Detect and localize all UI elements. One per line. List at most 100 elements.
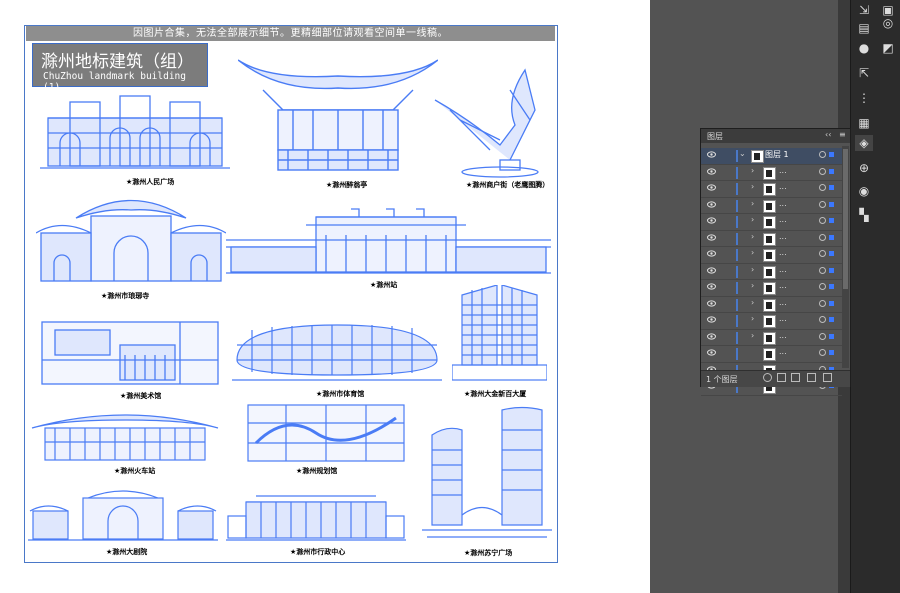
scroll-thumb[interactable]: [843, 149, 848, 289]
sublayer-row[interactable]: ›...: [701, 313, 842, 330]
sublayer-row[interactable]: ...: [701, 346, 842, 363]
transform-icon[interactable]: ⇲: [855, 2, 873, 18]
sublayer-name[interactable]: ...: [779, 331, 787, 340]
selection-square[interactable]: [829, 168, 834, 174]
target-circle-icon[interactable]: [819, 184, 826, 191]
selection-square[interactable]: [829, 251, 834, 256]
target-circle-icon[interactable]: [819, 151, 826, 158]
target-circle-icon[interactable]: [819, 316, 826, 323]
shape-icon[interactable]: ●: [855, 40, 873, 56]
sublayer-name[interactable]: ...: [779, 166, 787, 175]
sublayer-row[interactable]: ›...: [701, 247, 842, 264]
selection-square[interactable]: [829, 333, 834, 339]
selection-square[interactable]: [829, 317, 834, 322]
target-circle-icon[interactable]: [819, 266, 826, 274]
chevron-right-icon[interactable]: ›: [751, 314, 754, 323]
chevron-right-icon[interactable]: ›: [751, 265, 754, 274]
chevron-right-icon[interactable]: ›: [751, 281, 754, 290]
selection-square[interactable]: [829, 201, 834, 207]
eye-icon[interactable]: [707, 217, 716, 224]
new-layer-icon[interactable]: [807, 373, 816, 382]
sublayer-name[interactable]: ...: [779, 265, 787, 274]
symbols-icon[interactable]: ▚: [855, 207, 873, 223]
eye-icon[interactable]: [707, 349, 716, 356]
align-icon[interactable]: ⋮: [855, 90, 873, 106]
target-circle-icon[interactable]: [819, 217, 826, 224]
sublayer-name[interactable]: ...: [779, 215, 787, 224]
chevron-right-icon[interactable]: ›: [751, 166, 754, 175]
eye-icon[interactable]: [707, 184, 716, 191]
document-icon[interactable]: ◩: [879, 40, 897, 56]
caption-gymnasium: ★滁州市体育馆: [316, 390, 365, 398]
sublayer-row[interactable]: ›...: [701, 214, 842, 231]
target-circle-icon[interactable]: [819, 167, 826, 175]
selection-square[interactable]: [829, 267, 834, 273]
sublayer-row[interactable]: ›...: [701, 181, 842, 198]
export-icon[interactable]: ⇱: [855, 65, 873, 81]
search-icon[interactable]: [763, 373, 772, 382]
chevron-down-icon[interactable]: ⌄: [739, 149, 746, 158]
building-dajin-tower: [452, 285, 547, 381]
sublayer-name[interactable]: ...: [779, 248, 787, 257]
selection-square[interactable]: [829, 300, 834, 306]
target-circle-icon[interactable]: [819, 200, 826, 208]
eye-icon[interactable]: [707, 332, 716, 340]
sublayer-name[interactable]: ...: [779, 232, 787, 241]
selection-square[interactable]: [829, 152, 834, 157]
eye-icon[interactable]: [707, 316, 716, 323]
trash-icon[interactable]: [823, 373, 832, 382]
sublayer-name[interactable]: ...: [779, 182, 787, 191]
selection-square[interactable]: [829, 218, 834, 223]
eye-icon[interactable]: [707, 151, 716, 158]
eye-icon[interactable]: [707, 233, 716, 241]
appearance-icon[interactable]: ◉: [855, 183, 873, 199]
color-icon[interactable]: ▤: [855, 20, 873, 36]
sublayer-name[interactable]: ...: [779, 347, 787, 356]
target-circle-icon[interactable]: [819, 349, 826, 356]
clipping-mask-icon[interactable]: [777, 373, 786, 382]
sublayer-row[interactable]: ›...: [701, 198, 842, 214]
selection-square[interactable]: [829, 284, 834, 289]
sublayer-row[interactable]: ›...: [701, 297, 842, 313]
chevron-right-icon[interactable]: ›: [751, 248, 754, 257]
sublayer-row[interactable]: ›...: [701, 165, 842, 181]
chevron-right-icon[interactable]: ›: [751, 215, 754, 224]
target-circle-icon[interactable]: [819, 233, 826, 241]
layer-name[interactable]: 图层 1: [765, 149, 789, 160]
eye-icon[interactable]: [707, 167, 716, 175]
chevron-right-icon[interactable]: ›: [751, 199, 754, 208]
sublayer-name[interactable]: ...: [779, 199, 787, 208]
layer-row-top[interactable]: ⌄ 图层 1: [701, 148, 842, 165]
eye-icon[interactable]: [707, 250, 716, 257]
chevron-right-icon[interactable]: ›: [751, 298, 754, 307]
swatch-icon[interactable]: ◎: [879, 15, 897, 31]
target-circle-icon[interactable]: [819, 250, 826, 257]
target-circle-icon[interactable]: [819, 283, 826, 290]
selection-square[interactable]: [829, 350, 834, 355]
target-circle-icon[interactable]: [819, 299, 826, 307]
links-icon[interactable]: ⊕: [855, 160, 873, 176]
eye-icon[interactable]: [707, 200, 716, 208]
panel-menu-button[interactable]: ≡: [839, 130, 846, 139]
collapse-button[interactable]: ‹‹: [825, 130, 831, 139]
sublayer-name[interactable]: ...: [779, 281, 787, 290]
layers-scrollbar[interactable]: [842, 146, 849, 368]
pathfinder-icon[interactable]: ▦: [855, 115, 873, 131]
sublayer-row[interactable]: ›...: [701, 231, 842, 247]
eye-icon[interactable]: [707, 283, 716, 290]
chevron-right-icon[interactable]: ›: [751, 331, 754, 340]
sublayer-row[interactable]: ›...: [701, 280, 842, 297]
sublayer-row[interactable]: ›...: [701, 264, 842, 280]
chevron-right-icon[interactable]: ›: [751, 232, 754, 241]
eye-icon[interactable]: [707, 266, 716, 274]
eye-icon[interactable]: [707, 299, 716, 307]
new-sublayer-icon[interactable]: [791, 373, 800, 382]
layers-icon[interactable]: ◈: [855, 135, 873, 151]
selection-square[interactable]: [829, 234, 834, 240]
target-circle-icon[interactable]: [819, 332, 826, 340]
sublayer-name[interactable]: ...: [779, 314, 787, 323]
chevron-right-icon[interactable]: ›: [751, 182, 754, 191]
sublayer-row[interactable]: ›...: [701, 330, 842, 346]
sublayer-name[interactable]: ...: [779, 298, 787, 307]
selection-square[interactable]: [829, 185, 834, 190]
